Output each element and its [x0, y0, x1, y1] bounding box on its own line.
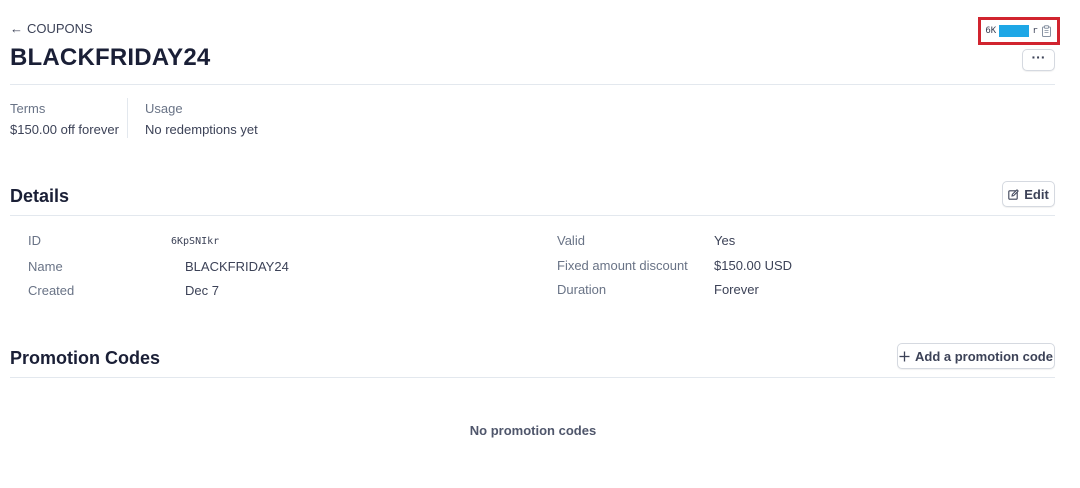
detail-label-discount: Fixed amount discount	[557, 258, 688, 273]
add-promotion-code-label: Add a promotion code	[915, 348, 1053, 364]
clipboard-icon[interactable]	[1041, 25, 1053, 37]
page-title: BLACKFRIDAY24	[10, 44, 211, 71]
redaction-block	[999, 25, 1030, 37]
coupon-id-suffix: r	[1032, 26, 1038, 36]
detail-value-duration: Forever	[714, 282, 759, 297]
edit-button-label: Edit	[1024, 186, 1049, 202]
coupon-id-chip[interactable]: 6K r	[978, 17, 1060, 45]
empty-state-text: No promotion codes	[469, 423, 597, 438]
detail-value-id: 6KpSNIkr	[171, 236, 220, 247]
arrow-left-icon: ←	[10, 21, 23, 36]
detail-label-valid: Valid	[557, 233, 585, 248]
plus-icon	[899, 351, 910, 362]
add-promotion-code-button[interactable]: Add a promotion code	[897, 343, 1055, 369]
detail-label-id: ID	[28, 233, 41, 248]
usage-value: No redemptions yet	[145, 122, 258, 137]
usage-label: Usage	[145, 101, 183, 116]
detail-label-created: Created	[28, 283, 75, 298]
detail-label-name: Name	[28, 259, 63, 274]
edit-icon	[1008, 188, 1020, 200]
coupon-id-prefix: 6K	[985, 26, 997, 36]
promotion-divider	[10, 377, 1055, 378]
terms-label: Terms	[10, 101, 46, 116]
summary-separator	[127, 98, 128, 138]
breadcrumb-back-link[interactable]: ← COUPONS	[10, 21, 93, 36]
terms-value: $150.00 off forever	[10, 122, 119, 137]
promotion-codes-heading: Promotion Codes	[10, 348, 161, 368]
detail-label-duration: Duration	[557, 282, 607, 297]
details-heading: Details	[10, 186, 70, 206]
breadcrumb-label: COUPONS	[27, 21, 93, 36]
details-divider	[10, 215, 1055, 216]
detail-value-discount: $150.00 USD	[714, 258, 793, 273]
detail-value-created: Dec 7	[185, 283, 219, 298]
header-divider	[10, 84, 1055, 85]
detail-value-valid: Yes	[714, 233, 736, 248]
edit-button[interactable]: Edit	[1002, 181, 1055, 207]
more-actions-button[interactable]: ···	[1022, 49, 1055, 71]
detail-value-name: BLACKFRIDAY24	[185, 259, 289, 274]
